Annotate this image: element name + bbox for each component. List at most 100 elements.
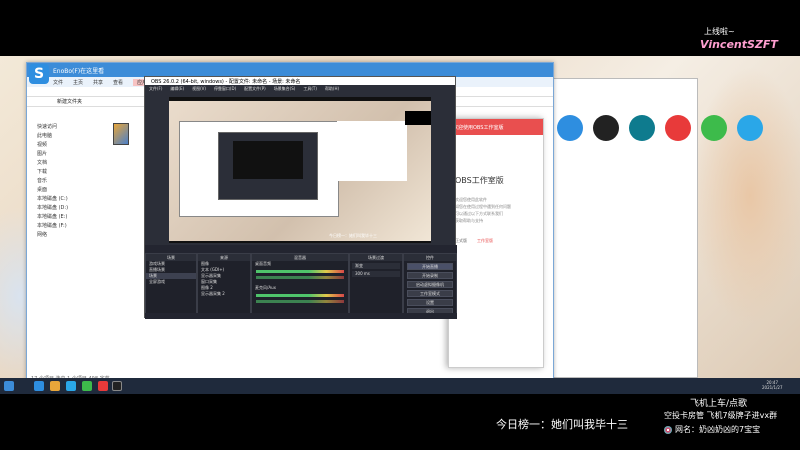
file-icon[interactable] <box>113 123 129 145</box>
windows-taskbar: 20:47 2021/1/27 <box>0 378 800 394</box>
info-line-3: 网名：奶凶奶凶的7宝宝 <box>664 424 760 435</box>
sidebar-item[interactable]: 本地磁盘 (D:) <box>29 204 89 213</box>
menu-item[interactable]: 停靠窗口(D) <box>214 86 236 92</box>
app-icon-wechat[interactable] <box>701 115 727 141</box>
sidebar-item[interactable]: 此电脑 <box>29 132 89 141</box>
setup-dialog-text: 欢迎您使用此软件 如您在使用过程中遇到任何问题 可以通过以下方式联系我们 获取帮… <box>455 196 543 224</box>
ribbon-tab[interactable]: 文件 <box>53 79 63 86</box>
sidebar-item[interactable]: 下载 <box>29 168 89 177</box>
obs-title: OBS 26.0.2 (64-bit, windows) - 配置文件: 未命名… <box>145 77 455 85</box>
explorer-sidebar: 快速访问 此电脑 视频 图片 文档 下载 音乐 桌面 本地磁盘 (C:) 本地磁… <box>29 123 89 240</box>
app-icon-music-app[interactable] <box>629 115 655 141</box>
audio-meter <box>256 270 344 273</box>
scenes-dock: 场景 游戏场景 直播场景 场景 全屏游戏 <box>145 253 197 315</box>
info-line-3-text: 网名：奶凶奶凶的7宝宝 <box>675 425 761 434</box>
scenes-head: 场景 <box>146 254 196 261</box>
taskbar-wechat-icon[interactable] <box>82 381 92 391</box>
menu-item[interactable]: 编辑(E) <box>170 86 184 92</box>
stream-top-bar <box>0 0 800 56</box>
setup-dialog-header: 欢迎使用OBS工作室版 <box>449 119 543 135</box>
preview-nested-window <box>179 121 339 217</box>
obs-preview-bar <box>145 245 457 253</box>
stream-bottom-bar <box>0 394 800 450</box>
sidebar-item[interactable]: 本地磁盘 (E:) <box>29 213 89 222</box>
wallpaper-figure <box>690 66 800 326</box>
start-recording-button[interactable]: 开始录制 <box>407 272 453 279</box>
preview-banner <box>405 111 431 125</box>
ribbon-tab[interactable]: 共享 <box>93 79 103 86</box>
sidebar-item[interactable]: 图片 <box>29 150 89 159</box>
preview-ticker: 今日榜一：她们叫我毕十三 <box>329 233 377 238</box>
source-item[interactable]: 显示器采集 2 <box>198 291 250 297</box>
taskbar-folder-icon[interactable] <box>50 381 60 391</box>
explorer-title: EnoBo(F)在这里看 <box>27 63 553 77</box>
edition-radio-studio[interactable]: 工作室版 <box>477 238 493 244</box>
ribbon-tab[interactable]: 查看 <box>113 79 123 86</box>
preview-nested-browser <box>337 121 407 181</box>
studio-mode-button[interactable]: 工作室模式 <box>407 290 453 297</box>
tiktok-icon <box>664 425 672 434</box>
menu-item[interactable]: 文件(F) <box>149 86 162 92</box>
preview-nested-preview <box>233 141 303 179</box>
setup-dialog-title: OBS工作室版 <box>455 176 504 185</box>
edition-radio-normal[interactable]: 正式版 <box>455 238 467 244</box>
sidebar-item[interactable]: 文档 <box>29 159 89 168</box>
transition-duration[interactable]: 300 ms <box>352 271 400 277</box>
setup-line: 可以通过以下方式联系我们 <box>455 211 503 216</box>
setup-line: 获取帮助与支持 <box>455 218 483 223</box>
sidebar-item[interactable]: 网络 <box>29 231 89 240</box>
preview-nested-obs <box>218 132 318 200</box>
menu-item[interactable]: 视图(V) <box>192 86 206 92</box>
volume-slider[interactable] <box>256 300 344 303</box>
start-icon[interactable] <box>4 381 14 391</box>
desktop: S EnoBo(F)在这里看 文件 主页 共享 查看 应用程序工具 新建文件夹 … <box>0 56 800 394</box>
sidebar-item[interactable]: 音乐 <box>29 177 89 186</box>
info-line-2: 空投卡房管 飞机7级牌子进vx群 <box>664 411 778 420</box>
info-line-1: 飞机上车/点歌 <box>690 399 748 409</box>
obs-setup-dialog[interactable]: 欢迎使用OBS工作室版 OBS工作室版 欢迎您使用此软件 如您在使用过程中遇到任… <box>448 118 544 368</box>
explorer-logo-icon: S <box>29 64 49 84</box>
transition-select[interactable]: 渐变 <box>352 263 400 269</box>
sidebar-item[interactable]: 本地磁盘 (C:) <box>29 195 89 204</box>
obs-status-bar <box>145 313 457 319</box>
settings-button[interactable]: 设置 <box>407 299 453 306</box>
scene-item[interactable]: 全屏游戏 <box>146 279 196 285</box>
sources-head: 来源 <box>198 254 250 261</box>
mixer-track-label: 桌面音频 <box>255 261 271 266</box>
obs-preview[interactable]: 今日榜一：她们叫我毕十三 <box>169 97 431 243</box>
audio-meter <box>256 294 344 297</box>
sidebar-item[interactable]: 快速访问 <box>29 123 89 132</box>
app-icon-blue[interactable] <box>557 115 583 141</box>
setup-line: 如您在使用过程中遇到任何问题 <box>455 204 511 209</box>
ribbon-tab[interactable]: 主页 <box>73 79 83 86</box>
taskbar-app-icon[interactable] <box>34 381 44 391</box>
brand-tag: 上线啦~ <box>704 27 735 36</box>
clock-date: 2021/1/27 <box>762 385 783 390</box>
start-streaming-button[interactable]: 开始直播 <box>407 263 453 270</box>
mixer-head: 混音器 <box>252 254 348 261</box>
volume-slider[interactable] <box>256 276 344 279</box>
menu-item[interactable]: 场景集合(S) <box>274 86 296 92</box>
taskbar-music-icon[interactable] <box>98 381 108 391</box>
taskbar-obs-icon[interactable] <box>112 381 122 391</box>
menu-item[interactable]: 工具(T) <box>303 86 317 92</box>
taskbar-browser-icon[interactable] <box>66 381 76 391</box>
mixer-track-label: 麦克风/Aux <box>255 285 276 290</box>
app-icon-video[interactable] <box>737 115 763 141</box>
sidebar-item[interactable]: 桌面 <box>29 186 89 195</box>
transition-head: 场景过渡 <box>350 254 402 261</box>
app-icon-penguin[interactable] <box>593 115 619 141</box>
preview-desktop: 今日榜一：她们叫我毕十三 <box>169 101 431 241</box>
sidebar-item[interactable]: 本地磁盘 (F:) <box>29 222 89 231</box>
transitions-dock: 场景过渡 渐变 300 ms <box>349 253 403 315</box>
obs-window[interactable]: OBS 26.0.2 (64-bit, windows) - 配置文件: 未命名… <box>144 76 457 319</box>
controls-head: 控件 <box>404 254 456 261</box>
virtual-camera-button[interactable]: 启动虚拟摄像机 <box>407 281 453 288</box>
controls-dock: 控件 开始直播 开始录制 启动虚拟摄像机 工作室模式 设置 退出 <box>403 253 457 315</box>
menu-item[interactable]: 配置文件(P) <box>244 86 266 92</box>
app-icon-netease[interactable] <box>665 115 691 141</box>
menu-item[interactable]: 帮助(H) <box>325 86 339 92</box>
obs-menu-bar: 文件(F) 编辑(E) 视图(V) 停靠窗口(D) 配置文件(P) 场景集合(S… <box>145 85 455 93</box>
sidebar-item[interactable]: 视频 <box>29 141 89 150</box>
sources-dock: 来源 图像 文本 (GDI+) 显示器采集 窗口采集 图像 2 显示器采集 2 <box>197 253 251 315</box>
